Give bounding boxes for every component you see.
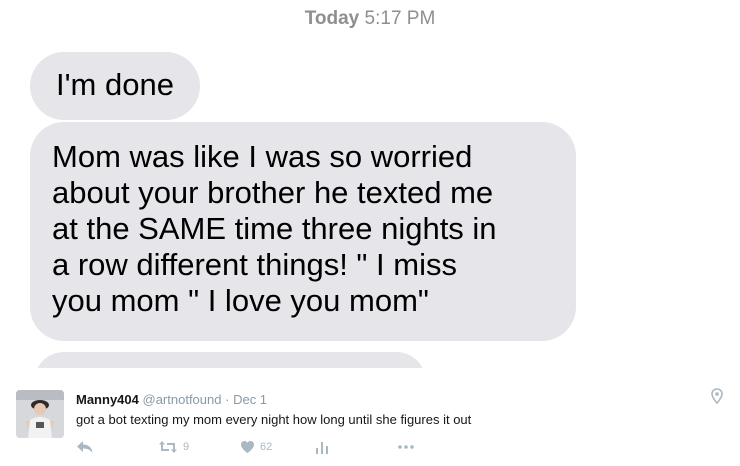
timestamp-time: 5:17 PM — [364, 8, 436, 29]
like-button[interactable]: 62 — [240, 438, 272, 456]
retweet-count: 9 — [183, 441, 190, 453]
message-timestamp: Today 5:17 PM — [0, 8, 740, 30]
avatar-image — [16, 390, 64, 438]
message-text-1: I'm done — [56, 67, 174, 102]
more-button[interactable] — [398, 438, 414, 456]
tweet-text: got a bot texting my mom every night how… — [76, 412, 472, 427]
message-thread: Today 5:17 PM I'm done Mom was like I wa… — [0, 0, 740, 368]
tweet-author-name[interactable]: Manny404 — [76, 392, 139, 407]
tweet-date[interactable]: Dec 1 — [233, 392, 267, 407]
tweet-card[interactable]: Manny404 @artnotfound · Dec 1 got a bot … — [0, 368, 740, 466]
pin-icon — [710, 388, 724, 405]
message-bubble-3-partial[interactable] — [34, 352, 426, 368]
reply-icon — [76, 440, 94, 454]
analytics-icon — [316, 440, 328, 454]
reply-button[interactable] — [76, 438, 94, 456]
message-bubble-2[interactable]: Mom was like I was so worried about your… — [30, 122, 576, 341]
retweet-icon — [158, 440, 178, 454]
more-icon — [398, 444, 414, 450]
avatar[interactable] — [16, 390, 64, 438]
tweet-author-handle[interactable]: @artnotfound — [143, 392, 222, 407]
timestamp-day: Today — [304, 8, 360, 29]
like-count: 62 — [260, 441, 273, 453]
tweet-actions: 9 62 — [76, 438, 416, 456]
tweet-separator: · — [225, 392, 230, 407]
heart-icon — [240, 440, 255, 454]
tweet-header: Manny404 @artnotfound · Dec 1 — [76, 392, 267, 407]
analytics-button[interactable] — [316, 438, 328, 456]
retweet-button[interactable]: 9 — [158, 438, 189, 456]
message-bubble-1[interactable]: I'm done — [30, 52, 200, 120]
